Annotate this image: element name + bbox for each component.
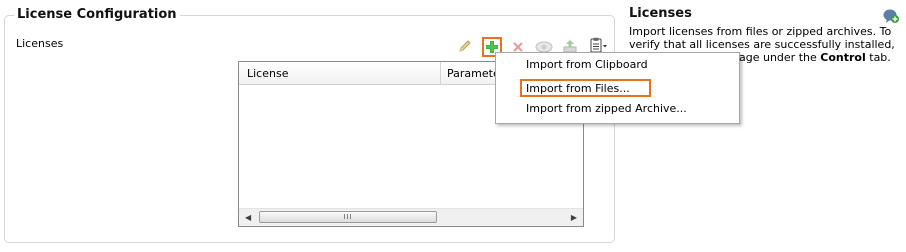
- pencil-icon: [457, 38, 473, 54]
- horizontal-scrollbar[interactable]: ◀ III ▶: [239, 208, 583, 226]
- column-license[interactable]: License: [247, 67, 288, 80]
- clipboard-menu-icon: [589, 37, 609, 53]
- menu-item-import-zipped-archive[interactable]: Import from zipped Archive...: [526, 100, 687, 118]
- column-divider[interactable]: [440, 62, 441, 84]
- edit-button[interactable]: [456, 37, 474, 55]
- panel-title: License Configuration: [14, 7, 180, 22]
- help-control-tab-ref: Control: [820, 51, 866, 64]
- scroll-thumb-grip: III: [343, 213, 353, 221]
- scroll-thumb[interactable]: III: [259, 211, 437, 223]
- licenses-label: Licenses: [16, 37, 64, 50]
- help-line-3-text: age under the: [739, 51, 817, 64]
- help-line-2: verify that all licenses are successfull…: [629, 38, 895, 51]
- help-line-1: Import licenses from files or zipped arc…: [629, 25, 892, 38]
- scroll-left-icon[interactable]: ◀: [245, 213, 251, 222]
- help-line-3: age under the Control tab.: [629, 51, 901, 64]
- help-text: Import licenses from files or zipped arc…: [629, 25, 901, 64]
- menu-item-import-files[interactable]: Import from Files...: [520, 79, 651, 97]
- help-title: Licenses: [629, 6, 692, 21]
- help-line-3-suffix: tab.: [869, 51, 891, 64]
- scroll-right-icon[interactable]: ▶: [571, 213, 577, 222]
